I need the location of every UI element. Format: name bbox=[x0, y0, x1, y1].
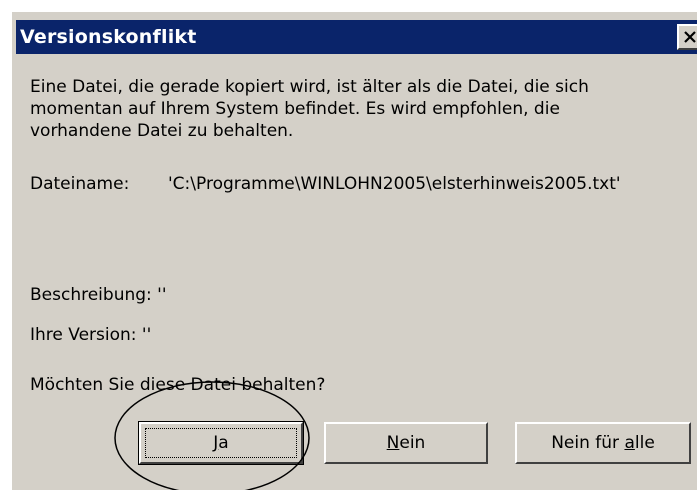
intro-text: Eine Datei, die gerade kopiert wird, ist… bbox=[30, 76, 690, 136]
focus-rect bbox=[145, 428, 297, 458]
close-icon bbox=[684, 31, 696, 43]
title-bar[interactable]: Versionskonflikt bbox=[16, 20, 697, 54]
version-conflict-dialog: Versionskonflikt Eine Datei, die gerade … bbox=[10, 10, 697, 490]
intro-line: momentan auf Ihrem System befindet. Es w… bbox=[30, 99, 560, 119]
your-version-label: Ihre Version: '' bbox=[30, 325, 152, 345]
description-label: Beschreibung: '' bbox=[30, 285, 167, 305]
no-button[interactable]: Nein bbox=[324, 422, 488, 464]
close-button[interactable] bbox=[677, 24, 697, 50]
yes-button[interactable]: Ja bbox=[138, 421, 304, 465]
filename-value: 'C:\Programme\WINLOHN2005\elsterhinweis2… bbox=[168, 174, 621, 194]
no-to-all-button-label: Nein für alle bbox=[551, 433, 655, 453]
dialog-title: Versionskonflikt bbox=[20, 26, 197, 48]
no-button-label: Nein bbox=[386, 433, 426, 453]
intro-line: vorhandene Datei zu behalten. bbox=[30, 121, 294, 136]
no-to-all-button[interactable]: Nein für alle bbox=[515, 422, 691, 464]
intro-line: Eine Datei, die gerade kopiert wird, ist… bbox=[30, 77, 589, 97]
filename-label: Dateiname: bbox=[30, 174, 130, 194]
question-text: Möchten Sie diese Datei behalten? bbox=[30, 375, 326, 395]
